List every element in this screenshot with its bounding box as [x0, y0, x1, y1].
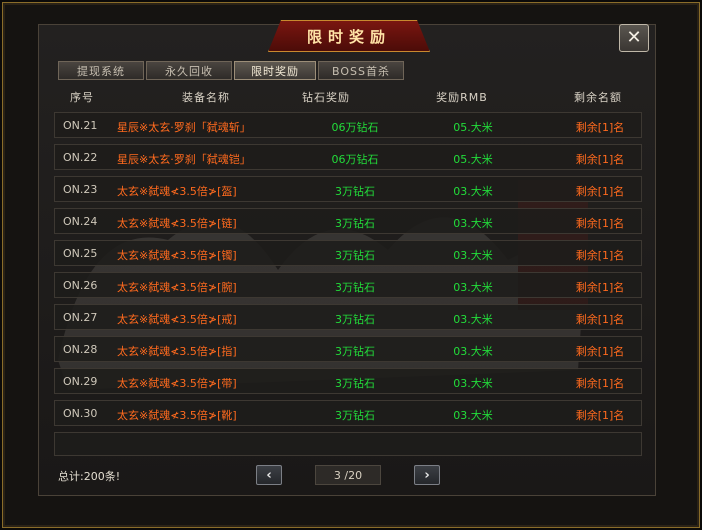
chevron-left-icon: ‹ [266, 467, 272, 483]
table-row: ON.29 太玄※弑魂≮3.5倍≯[带] 3万钻石 03.大米 剩余[1]名 [54, 368, 642, 394]
table-row: ON.22 星辰※太玄·罗刹「弑魂铠」 06万钻石 05.大米 剩余[1]名 [54, 144, 642, 170]
window-title: 限时奖励 [268, 20, 430, 52]
row-no: ON.26 [63, 279, 98, 292]
row-equipment-name: 星辰※太玄·罗刹「弑魂铠」 [117, 153, 251, 166]
row-remaining: 剩余[1]名 [575, 121, 625, 134]
header-remaining: 剩余名额 [574, 91, 622, 104]
row-no: ON.30 [63, 407, 98, 420]
table-row: ON.25 太玄※弑魂≮3.5倍≯[镯] 3万钻石 03.大米 剩余[1]名 [54, 240, 642, 266]
page-indicator: 3 /20 [315, 465, 381, 485]
row-rmb-reward: 03.大米 [453, 409, 493, 422]
row-rmb-reward: 05.大米 [453, 121, 493, 134]
row-no: ON.28 [63, 343, 98, 356]
row-remaining: 剩余[1]名 [575, 409, 625, 422]
row-diamond-reward: 3万钻石 [335, 313, 375, 326]
row-remaining: 剩余[1]名 [575, 313, 625, 326]
table-row: ON.26 太玄※弑魂≮3.5倍≯[腕] 3万钻石 03.大米 剩余[1]名 [54, 272, 642, 298]
row-no: ON.21 [63, 119, 98, 132]
row-rmb-reward: 03.大米 [453, 217, 493, 230]
prev-page-button[interactable]: ‹ [256, 465, 282, 485]
row-diamond-reward: 3万钻石 [335, 281, 375, 294]
row-equipment-name: 太玄※弑魂≮3.5倍≯[腕] [117, 281, 237, 294]
row-equipment-name: 太玄※弑魂≮3.5倍≯[戒] [117, 313, 237, 326]
table-row: ON.24 太玄※弑魂≮3.5倍≯[链] 3万钻石 03.大米 剩余[1]名 [54, 208, 642, 234]
tab-withdraw-system[interactable]: 提现系统 [58, 61, 144, 80]
header-diamond-reward: 钻石奖励 [302, 91, 350, 104]
row-equipment-name: 太玄※弑魂≮3.5倍≯[链] [117, 217, 237, 230]
row-rmb-reward: 03.大米 [453, 377, 493, 390]
row-rmb-reward: 05.大米 [453, 153, 493, 166]
tab-limited-reward[interactable]: 限时奖励 [234, 61, 316, 80]
close-icon: ✕ [626, 27, 642, 48]
row-equipment-name: 太玄※弑魂≮3.5倍≯[带] [117, 377, 237, 390]
row-diamond-reward: 3万钻石 [335, 409, 375, 422]
row-rmb-reward: 03.大米 [453, 345, 493, 358]
row-rmb-reward: 03.大米 [453, 313, 493, 326]
table-row: ON.30 太玄※弑魂≮3.5倍≯[靴] 3万钻石 03.大米 剩余[1]名 [54, 400, 642, 426]
row-rmb-reward: 03.大米 [453, 185, 493, 198]
row-equipment-name: 太玄※弑魂≮3.5倍≯[盔] [117, 185, 237, 198]
row-remaining: 剩余[1]名 [575, 345, 625, 358]
row-remaining: 剩余[1]名 [575, 185, 625, 198]
row-rmb-reward: 03.大米 [453, 281, 493, 294]
row-diamond-reward: 3万钻石 [335, 185, 375, 198]
row-equipment-name: 星辰※太玄·罗刹「弑魂斩」 [117, 121, 251, 134]
row-no: ON.25 [63, 247, 98, 260]
table-row: ON.28 太玄※弑魂≮3.5倍≯[指] 3万钻石 03.大米 剩余[1]名 [54, 336, 642, 362]
row-no: ON.24 [63, 215, 98, 228]
close-button[interactable]: ✕ [619, 24, 649, 52]
row-equipment-name: 太玄※弑魂≮3.5倍≯[靴] [117, 409, 237, 422]
total-count: 总计:200条! [58, 470, 121, 483]
tab-boss-first-kill[interactable]: BOSS首杀 [318, 61, 404, 80]
row-remaining: 剩余[1]名 [575, 377, 625, 390]
table-row: ON.23 太玄※弑魂≮3.5倍≯[盔] 3万钻石 03.大米 剩余[1]名 [54, 176, 642, 202]
header-no: 序号 [70, 91, 94, 104]
row-no: ON.22 [63, 151, 98, 164]
row-no: ON.23 [63, 183, 98, 196]
row-diamond-reward: 3万钻石 [335, 217, 375, 230]
row-remaining: 剩余[1]名 [575, 217, 625, 230]
table-empty-row [54, 432, 642, 456]
table-header: 序号 装备名称 钻石奖励 奖励RMB 剩余名额 [52, 86, 642, 106]
row-diamond-reward: 06万钻石 [331, 153, 379, 166]
row-diamond-reward: 3万钻石 [335, 249, 375, 262]
row-equipment-name: 太玄※弑魂≮3.5倍≯[指] [117, 345, 237, 358]
row-no: ON.29 [63, 375, 98, 388]
row-diamond-reward: 3万钻石 [335, 345, 375, 358]
row-rmb-reward: 03.大米 [453, 249, 493, 262]
chevron-right-icon: › [424, 467, 430, 483]
table-row: ON.27 太玄※弑魂≮3.5倍≯[戒] 3万钻石 03.大米 剩余[1]名 [54, 304, 642, 330]
next-page-button[interactable]: › [414, 465, 440, 485]
row-remaining: 剩余[1]名 [575, 153, 625, 166]
tab-permanent-recycle[interactable]: 永久回收 [146, 61, 232, 80]
row-no: ON.27 [63, 311, 98, 324]
row-remaining: 剩余[1]名 [575, 281, 625, 294]
row-remaining: 剩余[1]名 [575, 249, 625, 262]
row-diamond-reward: 3万钻石 [335, 377, 375, 390]
header-rmb-reward: 奖励RMB [436, 91, 488, 104]
table-row: ON.21 星辰※太玄·罗刹「弑魂斩」 06万钻石 05.大米 剩余[1]名 [54, 112, 642, 138]
row-diamond-reward: 06万钻石 [331, 121, 379, 134]
header-equipment-name: 装备名称 [182, 91, 230, 104]
row-equipment-name: 太玄※弑魂≮3.5倍≯[镯] [117, 249, 237, 262]
